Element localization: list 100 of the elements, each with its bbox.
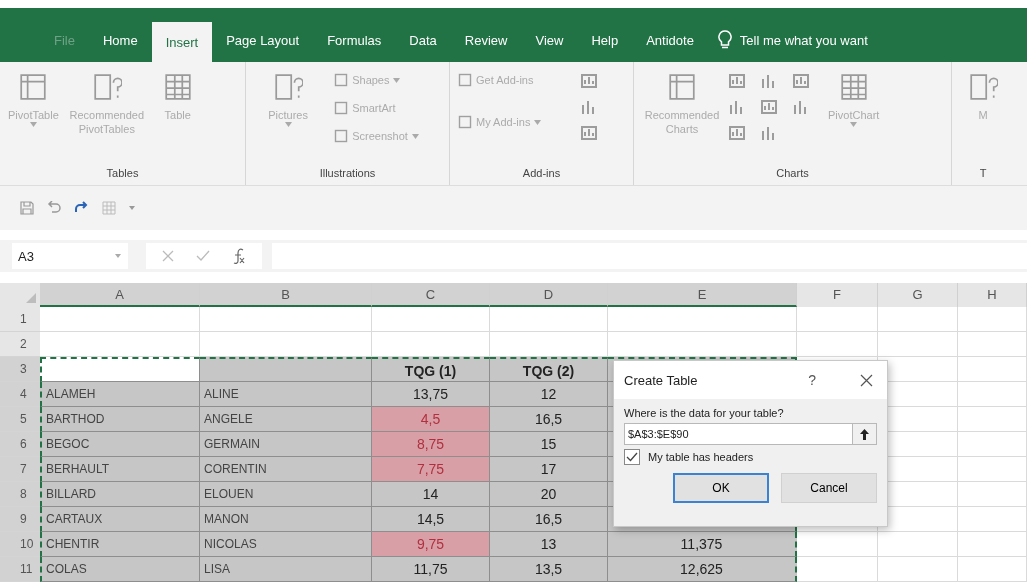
table-cell: TQG (1) xyxy=(372,357,490,382)
row-header[interactable]: 8 xyxy=(0,482,40,507)
ribbon-icon xyxy=(334,129,349,143)
help-button[interactable]: ? xyxy=(802,371,822,389)
table-cell: BARTHOD xyxy=(40,407,200,432)
table-cell: 16,5 xyxy=(490,507,608,532)
table-cell: BERHAULT xyxy=(40,457,200,482)
row-header[interactable]: 6 xyxy=(0,432,40,457)
ribbon-group-label: Tables xyxy=(105,166,140,181)
name-box[interactable]: A3 xyxy=(12,243,128,269)
ribbon-tab[interactable]: Page Layout xyxy=(212,22,314,58)
column-header[interactable]: E xyxy=(608,283,797,307)
table-cell: ALAMEH xyxy=(40,382,200,407)
row-header[interactable]: 2 xyxy=(0,332,40,357)
table-cell xyxy=(958,407,1027,432)
table-cell: 11,375 xyxy=(608,532,797,557)
ribbon-icon xyxy=(273,72,304,102)
row-header[interactable]: 1 xyxy=(0,307,40,332)
table-cell: NICOLAS xyxy=(200,532,372,557)
ribbon-icon xyxy=(91,72,122,102)
table-cell: LISA xyxy=(200,557,372,582)
ribbon-group-label: Charts xyxy=(775,166,810,181)
ribbon-icon xyxy=(667,72,697,102)
ribbon-group-label: Illustrations xyxy=(318,166,377,181)
tell-me-search[interactable]: Tell me what you want xyxy=(739,33,868,48)
table-cell: GERMAIN xyxy=(200,432,372,457)
ribbon-icon xyxy=(458,115,472,129)
column-header[interactable]: A xyxy=(40,283,200,307)
table-cell: ELOUEN xyxy=(200,482,372,507)
table-icon[interactable] xyxy=(102,201,116,215)
dialog-button[interactable]: OK xyxy=(673,473,769,503)
check-icon[interactable] xyxy=(196,250,210,262)
table-cell: 8,75 xyxy=(372,432,490,457)
save-icon[interactable] xyxy=(20,201,34,215)
column-header[interactable]: B xyxy=(200,283,372,307)
table-cell: 14 xyxy=(372,482,490,507)
checkbox[interactable] xyxy=(624,449,640,465)
table-cell: COLAS xyxy=(40,557,200,582)
ribbon-group-label: Add-ins xyxy=(521,166,562,181)
ribbon-tab[interactable]: Data xyxy=(395,22,451,58)
table-cell xyxy=(958,457,1027,482)
ribbon-icon xyxy=(334,73,349,87)
table-cell xyxy=(958,507,1027,532)
table-cell xyxy=(958,557,1027,582)
table-cell: ANGELE xyxy=(200,407,372,432)
row-header[interactable]: 11 xyxy=(0,557,40,582)
dialog-prompt: Where is the data for your table? xyxy=(624,407,785,419)
ribbon-icon xyxy=(968,72,998,102)
function-icon[interactable] xyxy=(232,248,246,264)
close-icon[interactable] xyxy=(860,373,873,387)
ribbon-tab[interactable]: Insert xyxy=(151,22,213,62)
table-cell: BILLARD xyxy=(40,482,200,507)
table-cell xyxy=(958,357,1027,382)
table-cell: 20 xyxy=(490,482,608,507)
table-cell: 16,5 xyxy=(490,407,608,432)
ribbon-icon xyxy=(838,72,869,102)
table-cell: 7,75 xyxy=(372,457,490,482)
range-field[interactable]: $A$3:$E$90 xyxy=(624,423,877,445)
ribbon-tab[interactable]: Formulas xyxy=(313,22,396,58)
ribbon-tab[interactable]: Help xyxy=(577,22,633,58)
table-cell xyxy=(958,382,1027,407)
triangle-icon xyxy=(26,293,36,303)
ribbon-tab[interactable]: Antidote xyxy=(632,22,708,58)
table-cell: 12 xyxy=(490,382,608,407)
collapse-dialog-button[interactable] xyxy=(852,424,876,444)
row-header[interactable]: 10 xyxy=(0,532,40,557)
row-header[interactable]: 3 xyxy=(0,357,40,382)
table-cell: TQG (2) xyxy=(490,357,608,382)
ribbon-tab[interactable]: Review xyxy=(450,22,522,58)
table-cell: ALINE xyxy=(200,382,372,407)
cancel-icon[interactable] xyxy=(162,250,174,262)
lightbulb-icon[interactable] xyxy=(717,30,732,50)
table-cell: 14,5 xyxy=(372,507,490,532)
column-header[interactable]: D xyxy=(490,283,608,307)
table-cell: 13 xyxy=(490,532,608,557)
caret-icon[interactable] xyxy=(114,253,122,259)
dialog-title: Create Table xyxy=(624,372,699,388)
table-cell: 15 xyxy=(490,432,608,457)
table-cell: 9,75 xyxy=(372,532,490,557)
ribbon-icon xyxy=(162,72,193,102)
table-cell: 12,625 xyxy=(608,557,797,582)
ribbon-tab[interactable]: View xyxy=(521,22,578,58)
up-arrow-icon xyxy=(860,428,869,440)
row-header[interactable]: 4 xyxy=(0,382,40,407)
ribbon-group-label: T xyxy=(978,166,988,181)
ribbon-tab[interactable]: Home xyxy=(88,22,152,58)
row-header[interactable]: 9 xyxy=(0,507,40,532)
customize-caret-icon[interactable] xyxy=(128,205,136,211)
column-header[interactable]: C xyxy=(372,283,490,307)
table-cell: CORENTIN xyxy=(200,457,372,482)
dialog-button[interactable]: Cancel xyxy=(781,473,877,503)
row-header[interactable]: 7 xyxy=(0,457,40,482)
table-cell: BEGOC xyxy=(40,432,200,457)
undo-icon[interactable] xyxy=(46,201,62,215)
table-cell: 13,75 xyxy=(372,382,490,407)
table-cell: 4,5 xyxy=(372,407,490,432)
table-cell xyxy=(958,532,1027,557)
table-cell: CHENTIR xyxy=(40,532,200,557)
row-header[interactable]: 5 xyxy=(0,407,40,432)
redo-icon[interactable] xyxy=(74,201,90,215)
